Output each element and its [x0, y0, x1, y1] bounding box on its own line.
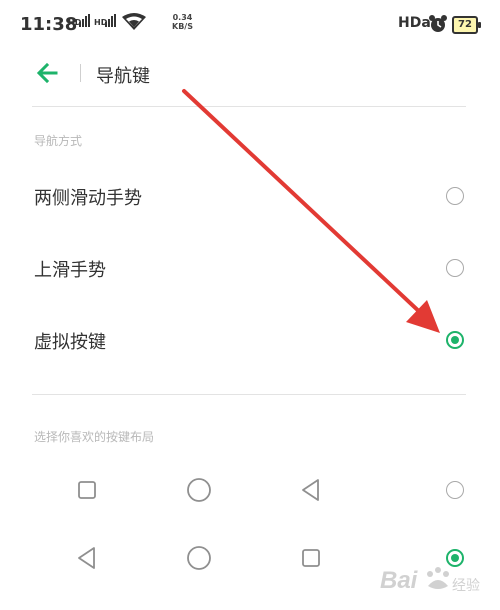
app-header: 导航键: [0, 50, 500, 98]
network-speed-unit: KB/S: [172, 22, 193, 31]
option-two-side-swipe[interactable]: 两侧滑动手势: [0, 168, 500, 224]
triangle-left-icon: [78, 547, 95, 569]
status-bar: 11:38 HD HD 0.34 KB/S HDa 72: [0, 0, 500, 40]
hd-label: HDa: [398, 15, 431, 31]
square-icon: [78, 481, 96, 499]
header-separator: [80, 64, 81, 82]
network-speed: 0.34 KB/S: [172, 13, 193, 31]
circle-icon: [187, 546, 211, 570]
option-virtual-keys[interactable]: 虚拟按键: [0, 312, 500, 368]
signal-icon: HD: [68, 14, 90, 27]
arrow-left-icon[interactable]: [34, 60, 60, 86]
option-label: 两侧滑动手势: [34, 188, 142, 209]
section-label-nav-mode: 导航方式: [34, 134, 83, 148]
wifi-icon: [122, 13, 146, 30]
option-swipe-up[interactable]: 上滑手势: [0, 240, 500, 296]
battery-icon: 72: [452, 16, 481, 34]
watermark-logo: Bai 经验: [380, 567, 480, 594]
divider: [32, 106, 466, 107]
radio-button[interactable]: [446, 187, 464, 205]
radio-button[interactable]: [446, 259, 464, 277]
divider: [32, 394, 466, 395]
section-label-key-layout: 选择你喜欢的按键布局: [34, 430, 155, 444]
layout-option-1[interactable]: [0, 465, 500, 515]
circle-icon: [187, 478, 211, 502]
option-label: 上滑手势: [34, 260, 106, 281]
signal-icon: HD: [94, 14, 116, 27]
svg-text:经验: 经验: [452, 578, 480, 594]
page-title: 导航键: [96, 66, 150, 87]
triangle-left-icon: [302, 479, 319, 501]
svg-text:Bai: Bai: [380, 567, 419, 594]
radio-button[interactable]: [446, 481, 464, 499]
square-icon: [302, 549, 320, 567]
network-speed-value: 0.34: [172, 13, 193, 22]
battery-level: 72: [458, 19, 472, 30]
option-label: 虚拟按键: [34, 332, 106, 353]
radio-button-selected[interactable]: [446, 331, 464, 349]
alarm-icon: [429, 15, 447, 32]
